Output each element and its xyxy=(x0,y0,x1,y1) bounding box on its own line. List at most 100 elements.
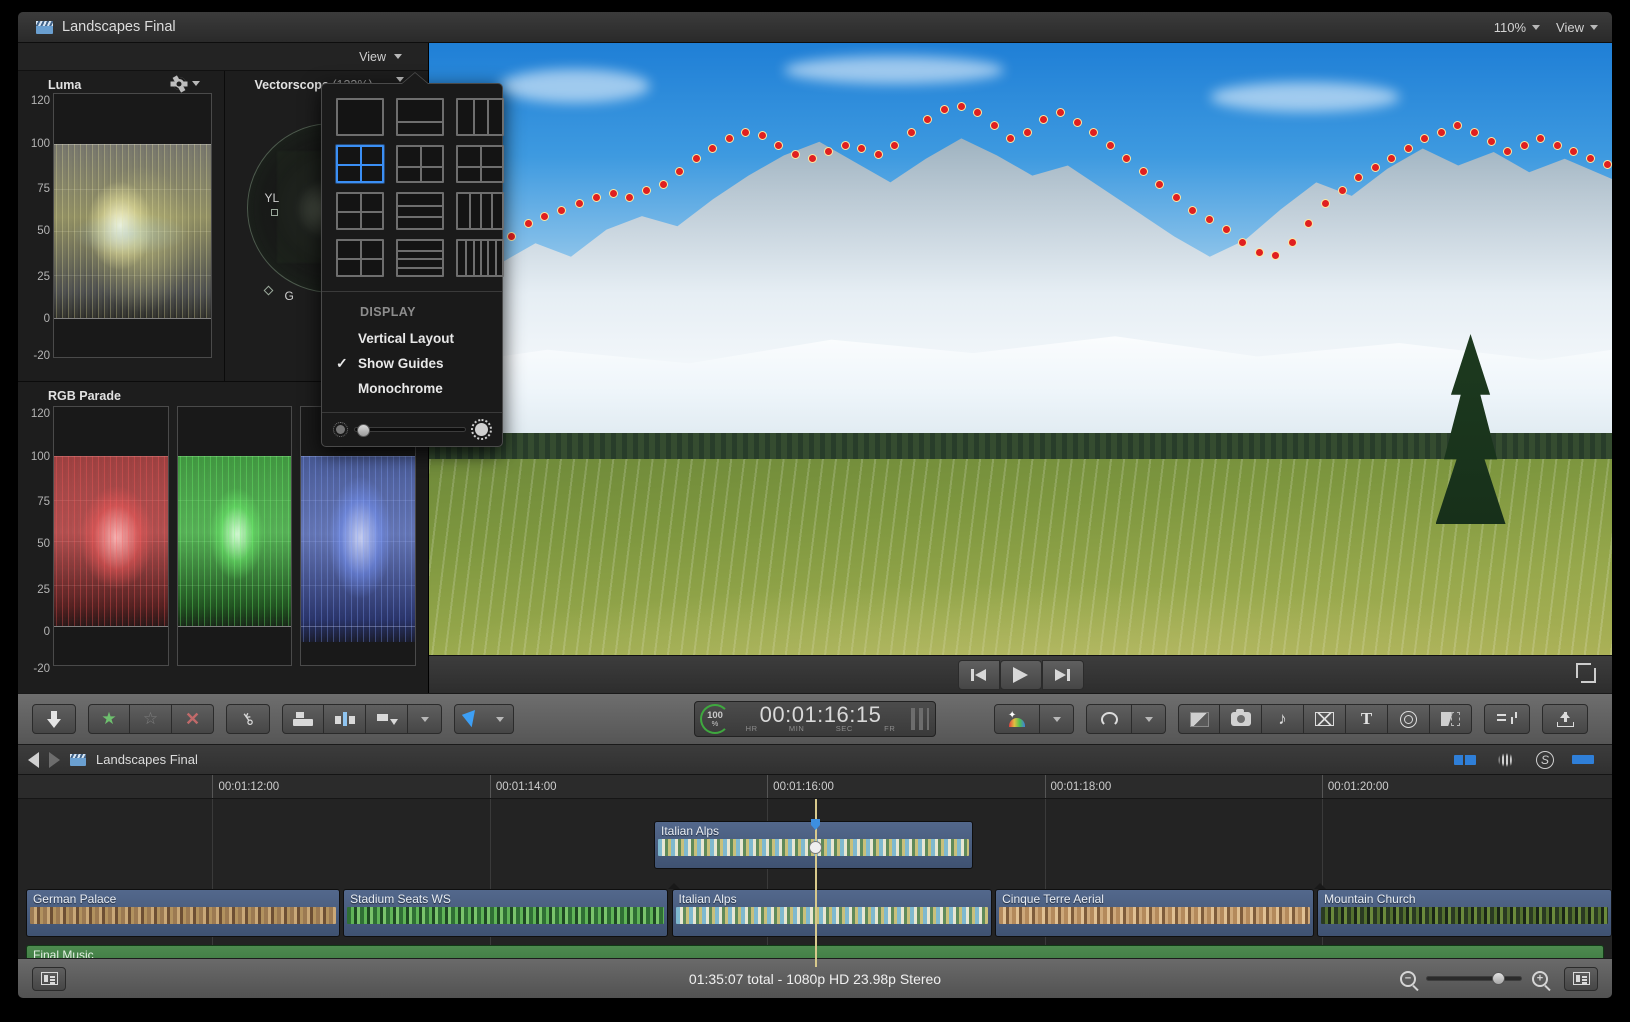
edit-options-menu[interactable] xyxy=(408,704,442,734)
text-icon: T xyxy=(1360,709,1373,728)
keyword-editor-button[interactable]: ⚷ xyxy=(226,704,270,734)
timeline-index-button[interactable] xyxy=(32,966,66,991)
timeline-zoom-slider[interactable] xyxy=(1426,972,1522,985)
axis-tick: -20 xyxy=(33,663,50,676)
reject-button[interactable]: ✕ xyxy=(172,704,214,734)
inspector-button[interactable] xyxy=(1484,704,1530,734)
go-to-start-button[interactable] xyxy=(957,659,1000,690)
scope-layout-grid[interactable] xyxy=(322,84,504,289)
layout-preset-4[interactable] xyxy=(336,145,384,183)
slider-handle[interactable] xyxy=(357,424,370,437)
timeline-index-icon xyxy=(40,972,58,985)
chevron-down-icon xyxy=(420,716,429,722)
retime-button[interactable] xyxy=(1086,704,1132,734)
zoom-level-menu[interactable]: 110% xyxy=(1494,20,1541,35)
viewer-view-menu[interactable]: View xyxy=(1556,20,1598,35)
viewer[interactable] xyxy=(429,43,1612,693)
insert-clip-button[interactable] xyxy=(324,704,366,734)
timeline-ruler[interactable]: 00:01:12:00 00:01:14:00 00:01:16:00 00:0… xyxy=(18,775,1612,799)
cloud xyxy=(1209,82,1400,112)
append-clip-button[interactable] xyxy=(366,704,408,734)
text-browser-button[interactable]: T xyxy=(1346,704,1388,734)
transitions-browser-button[interactable] xyxy=(1430,704,1472,734)
titles-browser-button[interactable] xyxy=(1304,704,1346,734)
color-menu[interactable] xyxy=(1040,704,1074,734)
photos-browser-button[interactable] xyxy=(1220,704,1262,734)
chevron-down-icon xyxy=(1532,24,1541,30)
menu-item-monochrome[interactable]: Monochrome xyxy=(322,376,502,401)
music-browser-button[interactable]: ♪ xyxy=(1262,704,1304,734)
go-to-end-button[interactable] xyxy=(1041,659,1084,690)
table-row[interactable]: German Palace xyxy=(25,889,340,937)
clip-skimmer-dot[interactable] xyxy=(809,841,822,854)
layout-preset-5[interactable] xyxy=(396,145,444,183)
slider-handle[interactable] xyxy=(1492,972,1505,985)
layout-preset-8[interactable] xyxy=(396,192,444,230)
clip-appearance-icon[interactable] xyxy=(1454,754,1476,765)
timecode-display[interactable]: 100 % 00:01:16:15 HR MIN SEC FR xyxy=(694,701,936,737)
parade-red-channel: Red xyxy=(53,406,169,666)
table-row[interactable]: Cinque Terre Aerial xyxy=(995,889,1314,937)
vectorscope-target-yl: YL xyxy=(264,191,280,205)
timecode-scrub-handle[interactable] xyxy=(911,708,929,730)
play-button[interactable] xyxy=(999,659,1042,690)
table-row[interactable]: Stadium Seats WS xyxy=(343,889,669,937)
clip-name: Italian Alps xyxy=(678,892,737,906)
scopes-view-popup-menu[interactable]: DISPLAY Vertical Layout ✓ Show Guides Mo… xyxy=(321,73,504,447)
connect-clip-button[interactable] xyxy=(282,704,324,734)
menu-item-vertical-layout[interactable]: Vertical Layout xyxy=(322,326,502,351)
cloud xyxy=(499,69,650,103)
star-filled-icon: ★ xyxy=(101,709,117,728)
unrate-button[interactable]: ☆ xyxy=(130,704,172,734)
layout-preset-7[interactable] xyxy=(336,192,384,230)
tool-select-menu[interactable] xyxy=(454,704,514,734)
layout-preset-11[interactable] xyxy=(396,239,444,277)
axis-tick: 0 xyxy=(43,626,50,639)
color-board-button[interactable]: ✦ xyxy=(994,704,1040,734)
audio-meters-icon[interactable] xyxy=(1494,752,1518,767)
zoom-in-icon[interactable]: + xyxy=(1532,970,1548,987)
clip-name: Stadium Seats WS xyxy=(350,892,451,906)
ruler-tick: 00:01:16:00 xyxy=(767,775,834,798)
solo-icon[interactable]: S xyxy=(1536,750,1554,769)
luma-scope[interactable]: Luma 120 100 75 50 25 0 -20 xyxy=(18,71,225,381)
layout-preset-1[interactable] xyxy=(336,98,384,136)
menu-item-show-guides[interactable]: ✓ Show Guides xyxy=(322,351,502,376)
photos-icon xyxy=(1230,709,1251,726)
vectorscope-diamond-g xyxy=(263,285,273,296)
fullscreen-button[interactable] xyxy=(1576,663,1596,683)
layout-preset-3[interactable] xyxy=(456,98,504,136)
clip-appearance-button[interactable] xyxy=(1564,966,1598,991)
back-arrow-icon[interactable] xyxy=(28,751,39,768)
index-icon[interactable] xyxy=(1572,755,1594,764)
scopes-view-menu[interactable]: View xyxy=(359,50,402,64)
layout-preset-2[interactable] xyxy=(396,98,444,136)
retime-menu[interactable] xyxy=(1132,704,1166,734)
generators-browser-button[interactable] xyxy=(1388,704,1430,734)
axis-tick: 50 xyxy=(37,538,50,551)
share-button[interactable] xyxy=(1542,704,1588,734)
effects-icon xyxy=(1189,711,1209,727)
import-media-button[interactable] xyxy=(32,704,76,734)
clip-appearance-icon xyxy=(1572,972,1590,985)
timeline-body[interactable]: Italian Alps German Palace Stadium Seats… xyxy=(18,799,1612,967)
brightness-slider[interactable] xyxy=(354,424,466,437)
cloud xyxy=(783,56,1004,84)
table-row[interactable]: Mountain Church xyxy=(1317,889,1612,937)
percent-symbol: % xyxy=(711,719,719,728)
layout-preset-10[interactable] xyxy=(336,239,384,277)
layout-preset-12[interactable] xyxy=(456,239,504,277)
layout-preset-6[interactable] xyxy=(456,145,504,183)
favorite-button[interactable]: ★ xyxy=(88,704,130,734)
layout-preset-9[interactable] xyxy=(456,192,504,230)
axis-tick: 75 xyxy=(37,182,50,195)
brightness-slider-row[interactable] xyxy=(322,412,502,446)
effects-browser-button[interactable] xyxy=(1178,704,1220,734)
rgb-parade-title: RGB Parade xyxy=(48,389,121,403)
viewer-transport-bar xyxy=(429,655,1612,693)
luma-settings[interactable] xyxy=(172,77,200,90)
table-row[interactable]: Italian Alps xyxy=(671,889,992,937)
clip-name: Cinque Terre Aerial xyxy=(1002,892,1104,906)
zoom-out-icon[interactable]: − xyxy=(1400,970,1416,987)
forward-arrow-icon[interactable] xyxy=(49,751,60,768)
